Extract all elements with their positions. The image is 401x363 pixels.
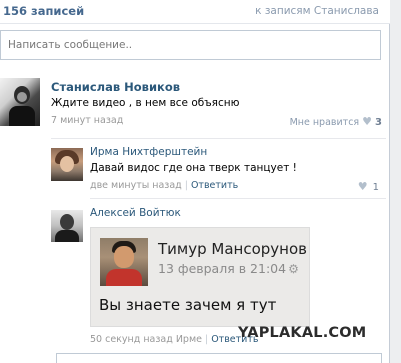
avatar-face <box>60 156 74 172</box>
post-author-name[interactable]: Станислав Новиков <box>51 80 180 94</box>
meta-separator: | <box>184 180 188 191</box>
page-background <box>391 0 401 363</box>
comment-author-name[interactable]: Алексей Войтюк <box>90 207 181 219</box>
comment-timestamp[interactable]: 50 секунд назад Ирме <box>90 334 202 345</box>
message-composer[interactable] <box>0 30 381 60</box>
comment-divider <box>90 198 386 199</box>
avatar-body <box>55 230 79 242</box>
avatar-face <box>17 92 27 102</box>
comment-like-button[interactable]: ♥ 1 <box>358 180 379 193</box>
attachment-profile-photo <box>100 238 148 286</box>
photo-face <box>114 246 134 268</box>
attachment-sender-name: Тимур Мансорунов <box>158 240 307 258</box>
photo-shirt <box>106 269 142 286</box>
like-count: 3 <box>375 117 382 128</box>
avatar-head <box>60 214 74 230</box>
avatar-body <box>9 106 35 126</box>
comments-divider <box>51 138 386 139</box>
attachment-message: Вы знаете зачем я тут <box>99 296 277 314</box>
comment-timestamp[interactable]: две минуты назад <box>90 180 182 191</box>
comment-text: Давай видос где она тверк танцует ! <box>90 162 297 174</box>
comment-meta: две минуты назад | Ответить <box>90 180 238 191</box>
heart-icon: ♥ <box>362 115 373 128</box>
attachment-date: 13 февраля в 21:04 ⚙ <box>158 261 299 276</box>
wall-header: 156 записей к записям Станислава <box>0 0 390 24</box>
wall: 156 записей к записям Станислава Станисл… <box>0 0 390 363</box>
comment-photo-attachment[interactable]: Тимур Мансорунов 13 февраля в 21:04 ⚙ Вы … <box>90 227 310 327</box>
gear-icon: ⚙ <box>288 262 299 276</box>
comment-author-avatar[interactable] <box>51 148 83 181</box>
comment-author-avatar[interactable] <box>51 210 83 242</box>
comment-author-name[interactable]: Ирма Нихтферштейн <box>90 146 207 158</box>
comment-meta: 50 секунд назад Ирме | Ответить <box>90 334 258 345</box>
watermark: YAPLAKAL.COM <box>238 325 367 341</box>
comment-like-count: 1 <box>372 182 379 193</box>
post-like-button[interactable]: Мне нравится ♥ 3 <box>290 115 382 128</box>
like-label: Мне нравится <box>289 117 360 128</box>
to-owner-posts-link[interactable]: к записям Станислава <box>255 5 379 17</box>
post-author-avatar[interactable] <box>0 78 40 126</box>
heart-icon: ♥ <box>357 180 368 193</box>
post-timestamp[interactable]: 7 минут назад <box>51 115 123 126</box>
post-text: Ждите видео , в нем все объясню <box>51 97 240 109</box>
message-input[interactable] <box>1 31 380 59</box>
reply-button[interactable]: Ответить <box>191 180 238 191</box>
records-count[interactable]: 156 записей <box>3 4 84 18</box>
attachment-date-text: 13 февраля в 21:04 <box>158 261 287 276</box>
meta-separator: | <box>204 334 209 345</box>
comment-composer[interactable] <box>56 353 382 363</box>
